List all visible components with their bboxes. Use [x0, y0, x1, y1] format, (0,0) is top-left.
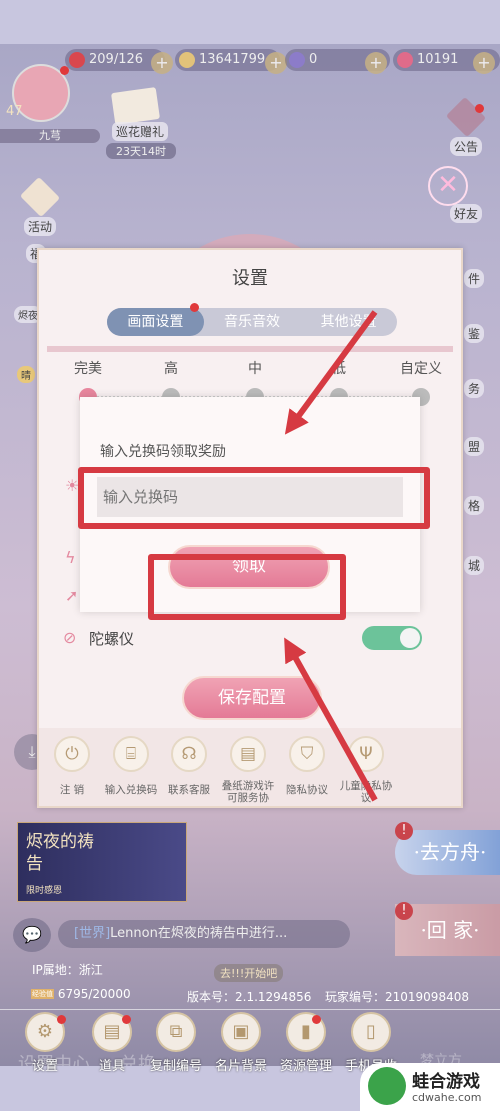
watermark: 蛙合游戏 cdwahe.com [360, 1063, 500, 1111]
watermark-text: 蛙合游戏 [412, 1072, 480, 1092]
frog-logo-icon [368, 1067, 406, 1105]
annotation-arrows [284, 310, 378, 802]
watermark-url: cdwahe.com [412, 1091, 482, 1104]
arrow-to-input [284, 310, 378, 435]
arrow-to-button [284, 637, 378, 802]
